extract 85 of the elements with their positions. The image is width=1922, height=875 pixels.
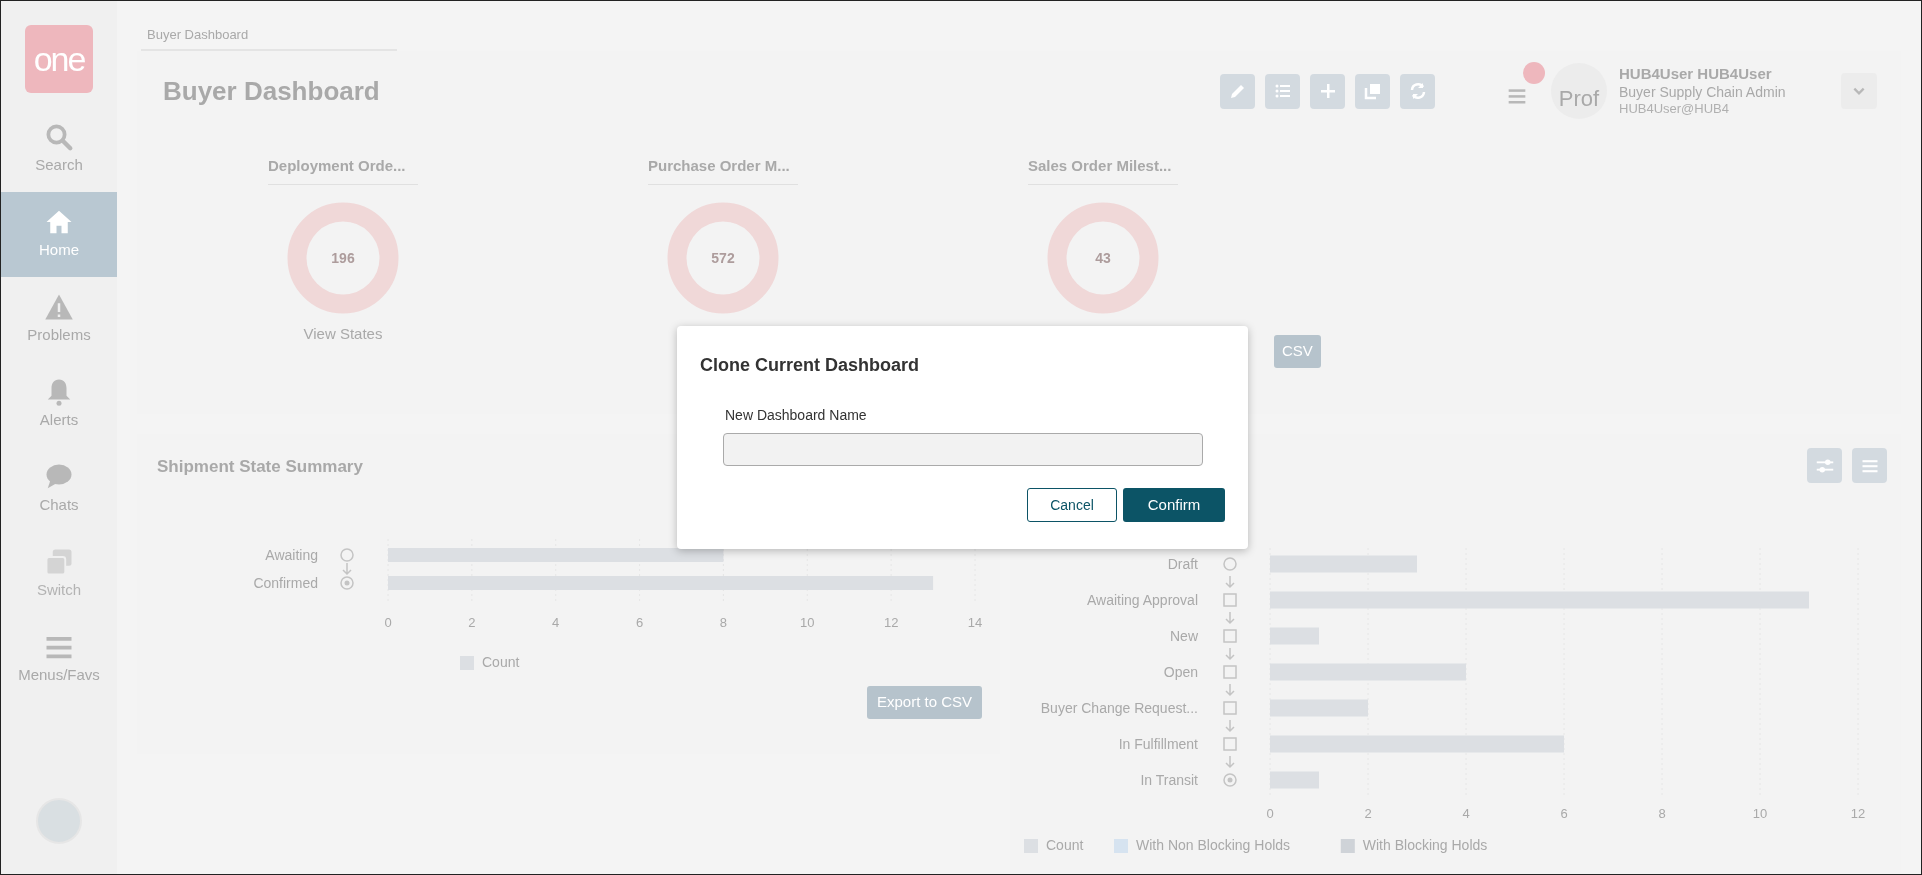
menu-button[interactable]	[1852, 448, 1887, 483]
category-label: Awaiting	[265, 546, 318, 563]
dialog-title: Clone Current Dashboard	[700, 354, 920, 377]
category-label: In Fulfillment	[1118, 736, 1198, 752]
filter-button[interactable]	[1807, 448, 1842, 483]
down-arrow-icon	[1225, 611, 1235, 625]
confirm-button[interactable]: Confirm	[1123, 488, 1225, 522]
down-arrow-icon	[1225, 575, 1235, 589]
axis-tick-label: 2	[1364, 806, 1372, 821]
target-circle-icon	[340, 575, 354, 590]
name-input-field[interactable]	[723, 433, 1203, 466]
axis-tick-label: 6	[1560, 806, 1568, 821]
view-states-link[interactable]: View States	[268, 322, 418, 345]
chart-title: Sales Order Milest...	[1028, 155, 1178, 185]
legend-label: With Non Blocking Holds	[1136, 837, 1291, 853]
sidebar-item[interactable]: Search	[1, 107, 117, 192]
badge-icon	[1523, 62, 1545, 84]
square-icon	[1223, 737, 1237, 751]
sidebar-item[interactable]: Home	[1, 192, 117, 277]
square-icon	[1223, 701, 1237, 715]
sidebar-item[interactable]: Chats	[1, 447, 117, 532]
axis-tick-label: 6	[635, 614, 644, 630]
down-arrow-icon	[1225, 719, 1235, 733]
legend-label: With Blocking Holds	[1362, 837, 1488, 853]
export-csv-button[interactable]: Export to CSV	[866, 685, 982, 719]
axis-tick-label: 12	[883, 614, 899, 630]
profile-avatar[interactable]: Prof	[1551, 63, 1607, 119]
user-name: HUB4User HUB4User	[1619, 64, 1773, 84]
category-label: New	[1170, 628, 1198, 644]
circle-icon	[1223, 557, 1237, 571]
menu-icon	[1507, 86, 1527, 106]
target-circle-icon	[1223, 773, 1237, 787]
axis-tick-label: 8	[1658, 806, 1666, 821]
chart-title: Deployment Orde...	[268, 155, 418, 185]
axis-tick-label: 10	[1752, 806, 1768, 821]
category-label: Draft	[1167, 556, 1198, 572]
sidebar-item[interactable]: Menus/Favs	[1, 617, 117, 702]
user-role: Buyer Supply Chain Admin	[1619, 83, 1787, 101]
field-label: New Dashboard Name	[725, 406, 867, 425]
legend-swatch	[1340, 839, 1355, 853]
axis-tick-label: 10	[800, 614, 815, 630]
cancel-button[interactable]: Cancel	[1027, 488, 1117, 522]
square-icon	[1223, 629, 1237, 643]
axis-tick-label: 8	[719, 614, 728, 630]
category-label: Confirmed	[253, 574, 318, 591]
logo[interactable]: one	[25, 25, 93, 93]
category-label: Buyer Change Request...	[1040, 700, 1198, 716]
category-label: In Transit	[1140, 772, 1198, 788]
panel-title: Shipment State Summary	[157, 456, 363, 478]
user-menu-button[interactable]	[1841, 73, 1877, 109]
square-icon	[1223, 665, 1237, 679]
toolbar-button[interactable]	[1220, 73, 1255, 109]
donut-value: 196	[331, 249, 355, 266]
category-label: Open	[1163, 664, 1198, 680]
axis-tick-label: 14	[967, 614, 983, 630]
down-arrow-icon	[342, 561, 352, 575]
search-icon	[44, 122, 74, 153]
user-email: HUB4User@HUB4	[1619, 101, 1730, 118]
down-arrow-icon	[1225, 683, 1235, 697]
toolbar-button[interactable]	[1310, 73, 1345, 109]
axis-tick-label: 2	[468, 614, 476, 630]
donut-value: 572	[711, 249, 735, 266]
chart-title: Purchase Order M...	[648, 155, 798, 185]
down-arrow-icon	[1225, 647, 1235, 661]
square-icon	[1223, 593, 1237, 607]
axis-tick-label: 4	[552, 614, 560, 630]
toolbar-button[interactable]	[1265, 73, 1300, 109]
axis-tick-label: 12	[1850, 806, 1866, 821]
axis-tick-label: 0	[384, 614, 392, 630]
toolbar-button[interactable]	[1355, 73, 1390, 109]
down-arrow-icon	[1225, 755, 1235, 769]
warning-icon	[44, 292, 74, 323]
legend-label: Count	[482, 653, 520, 670]
legend-swatch	[1114, 839, 1128, 853]
circle-icon	[340, 547, 354, 562]
axis-tick-label: 4	[1462, 806, 1470, 821]
sidebar-item[interactable]: Problems	[1, 277, 117, 362]
legend-label: Count	[1046, 837, 1084, 853]
sidebar-item[interactable]: Alerts	[1, 362, 117, 447]
page-title: Buyer Dashboard	[163, 74, 380, 108]
axis-tick-label: 0	[1266, 806, 1274, 821]
toolbar-button[interactable]	[1400, 73, 1435, 109]
donut-value: 43	[1095, 249, 1111, 266]
category-label: Awaiting Approval	[1086, 592, 1198, 608]
export-csv-button[interactable]: CSV	[1274, 335, 1321, 368]
